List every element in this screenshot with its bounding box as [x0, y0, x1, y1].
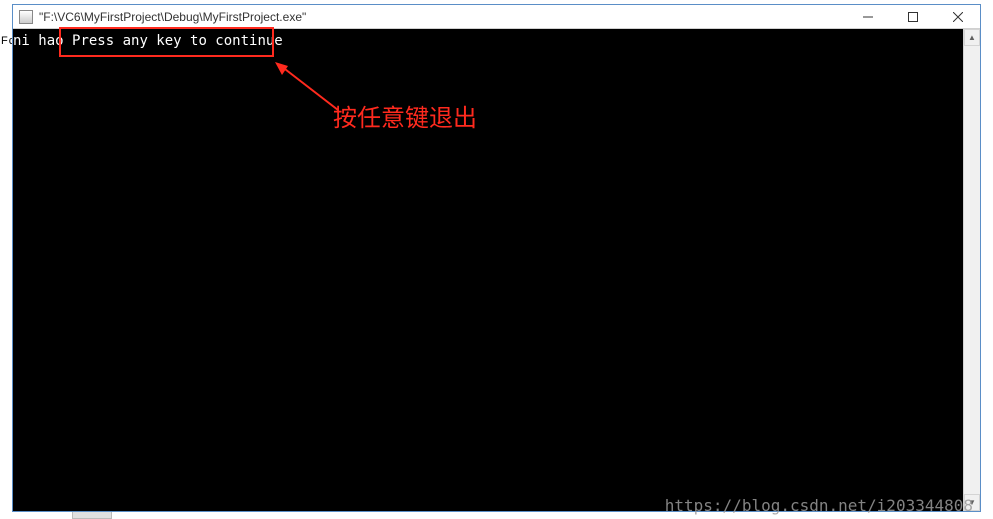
window-title: "F:\VC6\MyFirstProject\Debug\MyFirstProj… — [39, 10, 306, 24]
app-icon — [19, 10, 33, 24]
titlebar-left: "F:\VC6\MyFirstProject\Debug\MyFirstProj… — [13, 10, 306, 24]
scroll-up-button[interactable]: ▲ — [964, 29, 980, 46]
scroll-down-button[interactable]: ▼ — [964, 494, 980, 511]
console-area: ni hao Press any key to continue ▲ ▼ — [13, 29, 980, 511]
console-output-prefix: ni hao — [13, 33, 72, 49]
titlebar[interactable]: "F:\VC6\MyFirstProject\Debug\MyFirstProj… — [13, 5, 980, 29]
window-controls — [845, 5, 980, 28]
close-button[interactable] — [935, 5, 980, 28]
minimize-button[interactable] — [845, 5, 890, 28]
maximize-button[interactable] — [890, 5, 935, 28]
console-window: "F:\VC6\MyFirstProject\Debug\MyFirstProj… — [12, 4, 981, 512]
vertical-scrollbar[interactable]: ▲ ▼ — [963, 29, 980, 511]
background-ide-fragment — [72, 511, 112, 519]
console-prompt: Press any key to continue — [72, 33, 283, 49]
scroll-track[interactable] — [964, 46, 980, 494]
console-content[interactable]: ni hao Press any key to continue — [13, 29, 963, 511]
